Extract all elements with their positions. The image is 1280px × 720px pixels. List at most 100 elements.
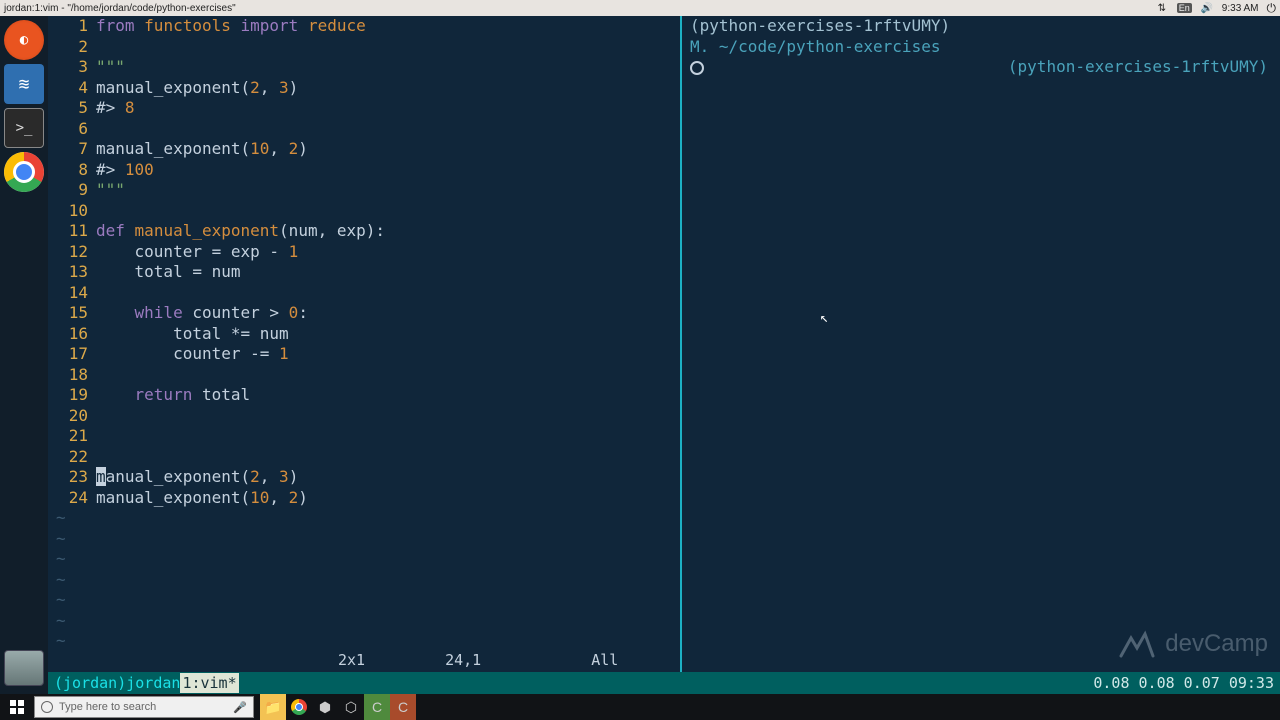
code-text[interactable]: from functools import reduce (96, 16, 366, 37)
code-line[interactable]: 22 (48, 447, 680, 468)
code-line[interactable]: 7manual_exponent(10, 2) (48, 139, 680, 160)
line-number: 18 (48, 365, 96, 386)
line-number: 17 (48, 344, 96, 365)
vim-status-line: 2x1 24,1 All (48, 650, 1280, 672)
code-line[interactable]: 5#> 8 (48, 98, 680, 119)
code-text[interactable]: total *= num (96, 324, 289, 345)
line-number: 19 (48, 385, 96, 406)
mic-icon[interactable]: 🎤 (233, 701, 247, 714)
vim-tilde: ~ (48, 549, 66, 570)
code-text[interactable]: manual_exponent(2, 3) (96, 78, 298, 99)
tmux-window[interactable]: 1:vim* (180, 673, 238, 694)
chrome-icon[interactable] (4, 152, 44, 192)
taskbar-cube-icon[interactable]: ⬡ (338, 694, 364, 720)
code-line[interactable]: 21 (48, 426, 680, 447)
start-button[interactable] (0, 694, 34, 720)
code-text[interactable]: #> 8 (96, 98, 135, 119)
code-line[interactable]: 17 counter -= 1 (48, 344, 680, 365)
vim-tilde: ~ (48, 570, 66, 591)
line-number: 16 (48, 324, 96, 345)
code-line[interactable]: 20 (48, 406, 680, 427)
line-number: 3 (48, 57, 96, 78)
code-line[interactable]: 2 (48, 37, 680, 58)
line-number: 20 (48, 406, 96, 427)
code-text[interactable]: def manual_exponent(num, exp): (96, 221, 385, 242)
line-number: 5 (48, 98, 96, 119)
line-number: 24 (48, 488, 96, 509)
code-line[interactable]: 18 (48, 365, 680, 386)
cwd-path: ~/code/python-exercises (719, 37, 941, 56)
file-explorer-icon[interactable]: 📁 (260, 694, 286, 720)
code-text[interactable]: """ (96, 57, 125, 78)
vim-tilde: ~ (48, 590, 66, 611)
taskbar-chrome-icon[interactable] (286, 694, 312, 720)
window-title: jordan:1:vim - "/home/jordan/code/python… (4, 3, 236, 14)
code-line[interactable]: 19 return total (48, 385, 680, 406)
prompt-icon (690, 61, 704, 75)
taskbar-app-icon[interactable]: ⬢ (312, 694, 338, 720)
sound-icon[interactable]: 🔊 (1200, 2, 1214, 14)
line-number: 7 (48, 139, 96, 160)
taskbar-orange-icon[interactable]: C (390, 694, 416, 720)
line-number: 8 (48, 160, 96, 181)
session-name: jordan (126, 673, 180, 694)
vim-tilde: ~ (48, 508, 66, 529)
code-text[interactable]: manual_exponent(2, 3) (96, 467, 298, 488)
line-number: 4 (48, 78, 96, 99)
vim-cursor-pos: 24,1 (445, 650, 481, 672)
code-line[interactable]: 13 total = num (48, 262, 680, 283)
code-text[interactable]: total = num (96, 262, 241, 283)
code-text[interactable]: #> 100 (96, 160, 154, 181)
code-line[interactable]: 9""" (48, 180, 680, 201)
code-text[interactable]: manual_exponent(10, 2) (96, 488, 308, 509)
dash-icon[interactable]: ◐ (4, 20, 44, 60)
taskbar-search[interactable]: Type here to search 🎤 (34, 696, 254, 718)
lang-indicator[interactable]: En (1177, 3, 1192, 13)
search-icon (41, 701, 53, 713)
code-line[interactable]: 11def manual_exponent(num, exp): (48, 221, 680, 242)
line-number: 10 (48, 201, 96, 222)
code-line[interactable]: 4manual_exponent(2, 3) (48, 78, 680, 99)
code-text[interactable]: manual_exponent(10, 2) (96, 139, 308, 160)
line-number: 14 (48, 283, 96, 304)
vim-editor-pane[interactable]: 1from functools import reduce23"""4manua… (48, 16, 680, 676)
code-line[interactable]: 23manual_exponent(2, 3) (48, 467, 680, 488)
power-icon[interactable]: ⏻ (1267, 1, 1277, 16)
clock[interactable]: 9:33 AM (1222, 3, 1259, 14)
code-text[interactable]: return total (96, 385, 250, 406)
vim-count: 2x1 (338, 650, 365, 672)
code-line[interactable]: 14 (48, 283, 680, 304)
code-line[interactable]: 12 counter = exp - 1 (48, 242, 680, 263)
vim-tilde: ~ (48, 631, 66, 652)
virtualenv-name-right: (python-exercises-1rftvUMY) (1008, 57, 1268, 78)
code-line[interactable]: 6 (48, 119, 680, 140)
code-text[interactable]: while counter > 0: (96, 303, 308, 324)
code-line[interactable]: 15 while counter > 0: (48, 303, 680, 324)
line-number: 9 (48, 180, 96, 201)
code-line[interactable]: 10 (48, 201, 680, 222)
terminal-window[interactable]: 1from functools import reduce23"""4manua… (48, 16, 1280, 694)
vim-scroll: All (591, 650, 618, 672)
code-line[interactable]: 3""" (48, 57, 680, 78)
code-line[interactable]: 24manual_exponent(10, 2) (48, 488, 680, 509)
taskbar-green-icon[interactable]: C (364, 694, 390, 720)
code-text[interactable]: """ (96, 180, 125, 201)
window-titlebar: jordan:1:vim - "/home/jordan/code/python… (0, 0, 1280, 16)
code-line[interactable]: 1from functools import reduce (48, 16, 680, 37)
terminal-icon[interactable]: >_ (4, 108, 44, 148)
trash-icon[interactable] (4, 650, 44, 686)
code-text[interactable]: counter -= 1 (96, 344, 289, 365)
vscode-icon[interactable]: ≋ (4, 64, 44, 104)
line-number: 21 (48, 426, 96, 447)
vim-tilde: ~ (48, 611, 66, 632)
line-number: 13 (48, 262, 96, 283)
line-number: 1 (48, 16, 96, 37)
prompt-prefix: M. (690, 37, 709, 56)
shell-pane[interactable]: (python-exercises-1rftvUMY) M. ~/code/py… (680, 16, 1280, 676)
line-number: 12 (48, 242, 96, 263)
code-line[interactable]: 16 total *= num (48, 324, 680, 345)
code-text[interactable]: counter = exp - 1 (96, 242, 298, 263)
network-icon[interactable]: ⇅ (1155, 2, 1169, 14)
code-line[interactable]: 8#> 100 (48, 160, 680, 181)
line-number: 2 (48, 37, 96, 58)
